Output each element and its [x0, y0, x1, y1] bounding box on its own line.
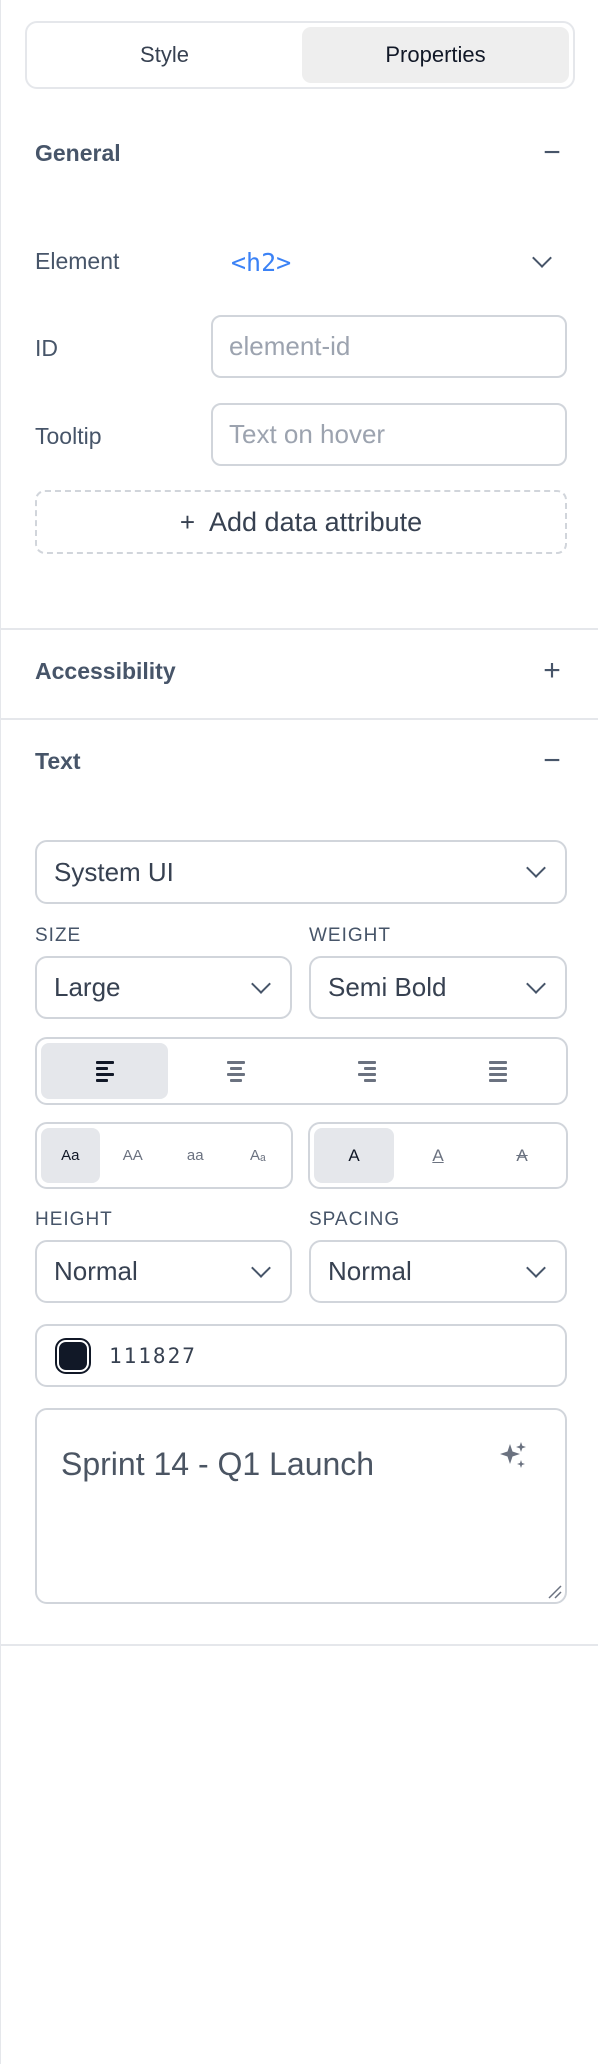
tooltip-label: Tooltip: [35, 423, 102, 449]
color-swatch[interactable]: [59, 1341, 87, 1370]
align-right-button[interactable]: [304, 1043, 431, 1099]
size-value: Large: [54, 972, 121, 1002]
case-normal-icon: Aa: [61, 1147, 80, 1164]
chevron-down-icon: [251, 973, 271, 994]
weight-label: WEIGHT: [309, 925, 391, 946]
color-hex-value[interactable]: 111827: [109, 1344, 197, 1368]
sparkle-icon[interactable]: [497, 1440, 529, 1472]
align-left-button[interactable]: [41, 1043, 169, 1099]
case-uppercase-button[interactable]: AA: [104, 1128, 163, 1183]
font-family-value: System UI: [54, 856, 174, 887]
align-center-button[interactable]: [172, 1043, 299, 1099]
align-center-icon: [226, 1060, 245, 1082]
text-decoration-group: A A A: [308, 1122, 568, 1189]
element-label: Element: [35, 248, 120, 274]
text-align-group: [35, 1037, 568, 1105]
size-select[interactable]: Large: [35, 956, 292, 1019]
tooltip-input[interactable]: [211, 403, 567, 466]
height-label: HEIGHT: [35, 1209, 113, 1230]
general-section-header[interactable]: General −: [35, 138, 567, 168]
tab-style[interactable]: Style: [31, 27, 298, 83]
id-input[interactable]: [211, 315, 567, 378]
plus-icon: +: [179, 506, 196, 537]
weight-value: Semi Bold: [328, 972, 447, 1002]
spacing-label: SPACING: [309, 1209, 401, 1230]
resize-handle-icon[interactable]: [546, 1583, 562, 1599]
case-normal-button[interactable]: Aa: [41, 1128, 100, 1183]
id-label: ID: [35, 335, 58, 361]
tab-properties[interactable]: Properties: [302, 27, 569, 83]
decoration-none-icon: A: [348, 1145, 360, 1165]
decoration-strikethrough-button[interactable]: A: [482, 1128, 562, 1183]
weight-select[interactable]: Semi Bold: [309, 956, 567, 1019]
panel-tabs: Style Properties: [25, 21, 575, 89]
collapse-icon[interactable]: −: [537, 746, 567, 776]
add-data-attribute-button[interactable]: + Add data attribute: [35, 490, 567, 554]
accessibility-section-title: Accessibility: [35, 657, 176, 684]
align-left-icon: [95, 1060, 114, 1082]
text-content-value[interactable]: Sprint 14 - Q1 Launch: [61, 1446, 374, 1483]
letter-spacing-select[interactable]: Normal: [309, 1240, 567, 1303]
element-tag-value: <h2>: [231, 247, 292, 277]
general-section-title: General: [35, 139, 121, 166]
chevron-down-icon: [532, 248, 552, 268]
line-height-value: Normal: [54, 1256, 138, 1286]
align-justify-button[interactable]: [435, 1043, 562, 1099]
case-lowercase-button[interactable]: aa: [166, 1128, 225, 1183]
accessibility-section-header[interactable]: Accessibility +: [35, 656, 567, 686]
decoration-underline-button[interactable]: A: [398, 1128, 478, 1183]
divider: [1, 628, 598, 630]
text-section-header[interactable]: Text −: [35, 746, 567, 776]
text-section-title: Text: [35, 747, 81, 774]
size-label: SIZE: [35, 925, 82, 946]
text-content-field[interactable]: Sprint 14 - Q1 Launch: [35, 1408, 567, 1604]
decoration-none-button[interactable]: A: [314, 1128, 394, 1183]
letter-spacing-value: Normal: [328, 1256, 412, 1286]
chevron-down-icon: [526, 1257, 546, 1278]
chevron-down-icon: [526, 858, 546, 878]
expand-icon[interactable]: +: [537, 656, 567, 686]
font-family-select[interactable]: System UI: [35, 840, 567, 904]
line-height-select[interactable]: Normal: [35, 1240, 292, 1303]
case-capitalize-icon: Aₐ: [249, 1147, 266, 1164]
align-justify-icon: [489, 1060, 508, 1082]
element-tag-select[interactable]: <h2>: [231, 242, 553, 282]
add-data-attribute-label: Add data attribute: [209, 506, 423, 537]
case-lowercase-icon: aa: [186, 1147, 204, 1164]
text-case-group: Aa AA aa Aₐ: [35, 1122, 293, 1189]
collapse-icon[interactable]: −: [537, 138, 567, 168]
align-right-icon: [358, 1060, 377, 1082]
chevron-down-icon: [251, 1257, 271, 1278]
case-capitalize-button[interactable]: Aₐ: [229, 1128, 288, 1183]
strikethrough-icon: A: [516, 1145, 528, 1165]
properties-panel: Style Properties General − Element <h2> …: [0, 0, 598, 2064]
chevron-down-icon: [526, 973, 546, 994]
text-color-field[interactable]: 111827: [35, 1324, 567, 1387]
divider: [1, 718, 598, 720]
case-uppercase-icon: AA: [122, 1147, 143, 1164]
underline-icon: A: [432, 1145, 444, 1165]
divider: [1, 1644, 598, 1646]
